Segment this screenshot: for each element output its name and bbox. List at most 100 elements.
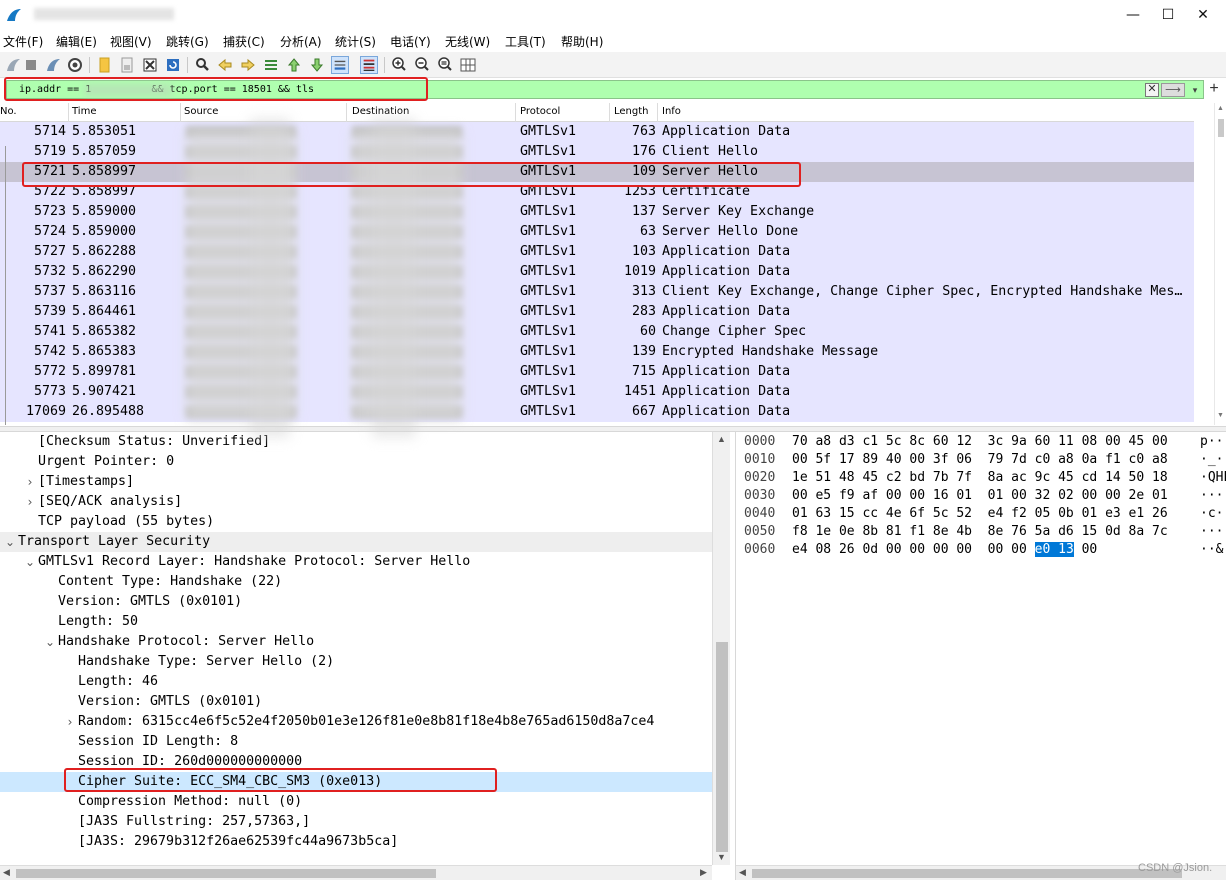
add-filter-button[interactable]: + bbox=[1207, 79, 1221, 99]
detail-tree-item[interactable]: Session ID Length: 8 bbox=[0, 732, 712, 752]
collapse-chevron-icon[interactable]: ⌄ bbox=[24, 552, 36, 572]
scroll-up-icon[interactable]: ▲ bbox=[1217, 105, 1224, 112]
column-no[interactable]: No. bbox=[0, 106, 17, 120]
packet-row[interactable]: 5737 5.863116 GMTLSv1 313 Client Key Exchang… bbox=[0, 282, 1194, 302]
detail-tree-item[interactable]: Length: 46 bbox=[0, 672, 712, 692]
reload-file-icon[interactable] bbox=[164, 56, 182, 74]
go-to-packet-icon[interactable] bbox=[262, 56, 280, 74]
filter-history-dropdown[interactable]: ▾ bbox=[1188, 82, 1202, 98]
save-file-icon[interactable] bbox=[118, 56, 136, 74]
expand-chevron-icon[interactable]: › bbox=[24, 492, 36, 512]
expand-chevron-icon[interactable]: › bbox=[24, 472, 36, 492]
hexdump-row[interactable]: 0030 00 e5 f9 af 00 00 16 01 01 00 32 02 … bbox=[736, 487, 1226, 505]
packet-row[interactable]: 5739 5.864461 GMTLSv1 283 Application Data bbox=[0, 302, 1194, 322]
restart-capture-icon[interactable] bbox=[44, 56, 62, 74]
scroll-left-icon[interactable]: ◀ bbox=[739, 867, 746, 878]
menu-edit[interactable]: 编辑(E) bbox=[56, 33, 97, 50]
apply-filter-button[interactable]: ⟶ bbox=[1161, 83, 1185, 97]
detail-tree-item[interactable]: › [SEQ/ACK analysis] bbox=[0, 492, 712, 512]
scroll-down-icon[interactable]: ▼ bbox=[717, 852, 726, 862]
packet-row[interactable]: 5772 5.899781 GMTLSv1 715 Application Data bbox=[0, 362, 1194, 382]
menu-wireless[interactable]: 无线(W) bbox=[445, 33, 490, 50]
detail-tree-item[interactable]: [JA3S: 29679b312f26ae62539fc44a9673b5ca] bbox=[0, 832, 712, 852]
hexdump-row[interactable]: 0060 e4 08 26 0d 00 00 00 00 00 00 e0 13 … bbox=[736, 541, 1226, 559]
packet-row[interactable]: 5732 5.862290 GMTLSv1 1019 Application Data bbox=[0, 262, 1194, 282]
detail-tree-item[interactable]: Version: GMTLS (0x0101) bbox=[0, 592, 712, 612]
capture-options-icon[interactable] bbox=[66, 56, 84, 74]
packet-row[interactable]: 5727 5.862288 GMTLSv1 103 Application Data bbox=[0, 242, 1194, 262]
hexdump-row[interactable]: 0000 70 a8 d3 c1 5c 8c 60 12 3c 9a 60 11 … bbox=[736, 433, 1226, 451]
menu-tools[interactable]: 工具(T) bbox=[505, 33, 546, 50]
hexdump-row[interactable]: 0040 01 63 15 cc 4e 6f 5c 52 e4 f2 05 0b … bbox=[736, 505, 1226, 523]
hexdump-row[interactable]: 0020 1e 51 48 45 c2 bd 7b 7f 8a ac 9c 45 … bbox=[736, 469, 1226, 487]
scroll-thumb[interactable] bbox=[16, 869, 436, 878]
zoom-out-icon[interactable] bbox=[413, 56, 431, 74]
packet-row[interactable]: 5773 5.907421 GMTLSv1 1451 Application Data bbox=[0, 382, 1194, 402]
menu-file[interactable]: 文件(F) bbox=[3, 33, 43, 50]
go-back-icon[interactable] bbox=[216, 56, 234, 74]
go-forward-icon[interactable] bbox=[239, 56, 257, 74]
detail-tree-item[interactable]: [Checksum Status: Unverified] bbox=[0, 432, 712, 452]
find-packet-icon[interactable] bbox=[193, 56, 211, 74]
column-time[interactable]: Time bbox=[72, 106, 96, 120]
zoom-in-icon[interactable] bbox=[390, 56, 408, 74]
menu-analyze[interactable]: 分析(A) bbox=[280, 33, 322, 50]
menu-telephony[interactable]: 电话(Y) bbox=[390, 33, 431, 50]
expand-chevron-icon[interactable]: › bbox=[64, 712, 76, 732]
packet-list-scrollbar[interactable]: ▲ ▼ bbox=[1214, 103, 1226, 425]
details-scrollbar[interactable]: ▲ ▼ bbox=[712, 432, 730, 865]
detail-tree-item[interactable]: Urgent Pointer: 0 bbox=[0, 452, 712, 472]
colorize-icon[interactable] bbox=[360, 56, 378, 74]
column-protocol[interactable]: Protocol bbox=[520, 106, 560, 120]
menu-statistics[interactable]: 统计(S) bbox=[335, 33, 376, 50]
menu-capture[interactable]: 捕获(C) bbox=[223, 33, 265, 50]
last-packet-icon[interactable] bbox=[308, 56, 326, 74]
open-file-icon[interactable] bbox=[96, 56, 114, 74]
menu-go[interactable]: 跳转(G) bbox=[166, 33, 209, 50]
hexdump-row[interactable]: 0010 00 5f 17 89 40 00 3f 06 79 7d c0 a8 … bbox=[736, 451, 1226, 469]
detail-tree-item[interactable]: [JA3S Fullstring: 257,57363,] bbox=[0, 812, 712, 832]
menu-view[interactable]: 视图(V) bbox=[110, 33, 152, 50]
packet-row[interactable]: 5724 5.859000 GMTLSv1 63 Server Hello Done bbox=[0, 222, 1194, 242]
collapse-chevron-icon[interactable]: ⌄ bbox=[4, 532, 16, 552]
detail-tree-item[interactable]: ⌄ Handshake Protocol: Server Hello bbox=[0, 632, 712, 652]
detail-tree-item[interactable]: › [Timestamps] bbox=[0, 472, 712, 492]
normal-size-icon[interactable] bbox=[436, 56, 454, 74]
scroll-thumb[interactable] bbox=[1218, 119, 1224, 137]
close-file-icon[interactable] bbox=[141, 56, 159, 74]
resize-columns-icon[interactable] bbox=[459, 56, 477, 74]
packet-row[interactable]: 5719 5.857059 GMTLSv1 176 Client Hello bbox=[0, 142, 1194, 162]
first-packet-icon[interactable] bbox=[285, 56, 303, 74]
clear-filter-icon[interactable]: ✕ bbox=[1145, 83, 1159, 97]
detail-tree-item[interactable]: Content Type: Handshake (22) bbox=[0, 572, 712, 592]
collapse-chevron-icon[interactable]: ⌄ bbox=[44, 632, 56, 652]
hexdump-row[interactable]: 0050 f8 1e 0e 8b 81 f1 8e 4b 8e 76 5a d6 … bbox=[736, 523, 1226, 541]
packet-row[interactable]: 5723 5.859000 GMTLSv1 137 Server Key Exchang… bbox=[0, 202, 1194, 222]
packet-row[interactable]: 5741 5.865382 GMTLSv1 60 Change Cipher Spec bbox=[0, 322, 1194, 342]
detail-tree-item[interactable]: › Random: 6315cc4e6f5c52e4f2050b01e3e126f… bbox=[0, 712, 712, 732]
detail-tree-item[interactable]: TCP payload (55 bytes) bbox=[0, 512, 712, 532]
scroll-thumb[interactable] bbox=[752, 869, 1182, 878]
scroll-down-icon[interactable]: ▼ bbox=[1217, 412, 1224, 419]
packet-row[interactable]: 5714 5.853051 GMTLSv1 763 Application Data bbox=[0, 122, 1194, 142]
packet-row[interactable]: 5742 5.865383 GMTLSv1 139 Encrypted Handshak… bbox=[0, 342, 1194, 362]
start-capture-icon[interactable] bbox=[4, 56, 22, 74]
details-hscrollbar[interactable]: ◀ ▶ bbox=[0, 865, 712, 880]
detail-tree-item[interactable]: Length: 50 bbox=[0, 612, 712, 632]
detail-tree-item[interactable]: ⌄ Transport Layer Security bbox=[0, 532, 712, 552]
close-button[interactable]: ✕ bbox=[1180, 0, 1226, 30]
column-info[interactable]: Info bbox=[662, 106, 681, 120]
detail-tree-item[interactable]: ⌄ GMTLSv1 Record Layer: Handshake Protoco… bbox=[0, 552, 712, 572]
autoscroll-icon[interactable] bbox=[331, 56, 349, 74]
detail-tree-item[interactable]: Compression Method: null (0) bbox=[0, 792, 712, 812]
column-source[interactable]: Source bbox=[184, 106, 218, 120]
scroll-right-icon[interactable]: ▶ bbox=[700, 867, 707, 878]
selected-bytes[interactable]: e0 13 bbox=[1034, 542, 1074, 557]
detail-tree-item[interactable]: Version: GMTLS (0x0101) bbox=[0, 692, 712, 712]
stop-capture-icon[interactable] bbox=[22, 56, 40, 74]
scroll-thumb[interactable] bbox=[716, 642, 728, 852]
scroll-left-icon[interactable]: ◀ bbox=[3, 867, 10, 878]
scroll-up-icon[interactable]: ▲ bbox=[717, 434, 726, 444]
column-length[interactable]: Length bbox=[614, 106, 649, 120]
packet-row[interactable]: 17069 26.895488 GMTLSv1 667 Application Data bbox=[0, 402, 1194, 422]
